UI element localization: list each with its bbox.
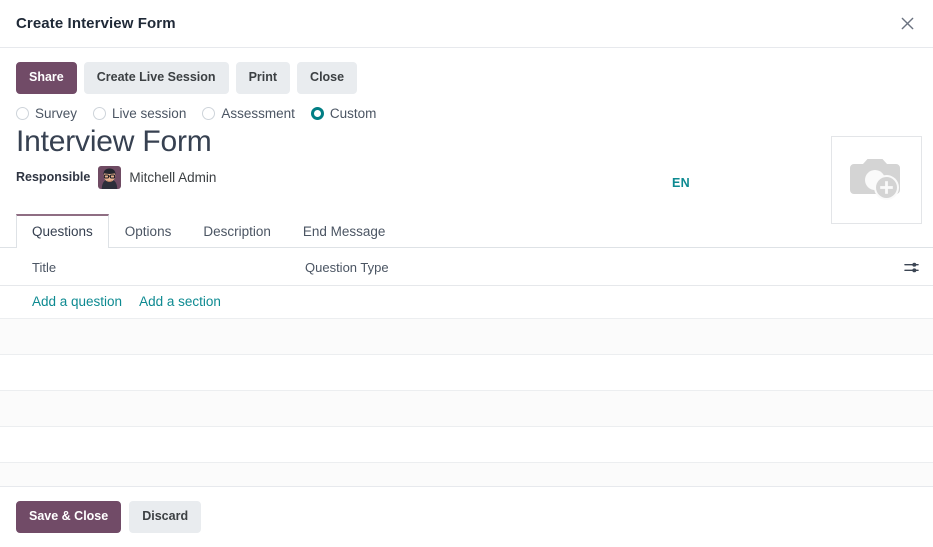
- record-title-input[interactable]: Interview Form: [16, 125, 917, 160]
- radio-mark-icon: [93, 107, 106, 120]
- responsible-label: Responsible: [16, 170, 90, 184]
- share-button[interactable]: Share: [16, 62, 77, 94]
- dialog-footer: Save & Close Discard: [0, 486, 933, 547]
- radio-option-live-session[interactable]: Live session: [93, 107, 186, 122]
- tab-end-message[interactable]: End Message: [287, 214, 402, 249]
- empty-cell: [0, 319, 933, 355]
- create-live-session-button[interactable]: Create Live Session: [84, 62, 229, 94]
- camera-add-icon: [848, 152, 906, 209]
- image-upload-placeholder[interactable]: [831, 136, 922, 224]
- avatar: [98, 166, 121, 189]
- empty-cell: [0, 355, 933, 391]
- responsible-field: Responsible Mitchell Admin: [16, 166, 917, 189]
- radio-label-assessment: Assessment: [221, 107, 295, 122]
- survey-type-radio-group: Survey Live session Assessment Custom: [16, 107, 917, 122]
- column-header-optional: [865, 248, 933, 286]
- add-a-section-link[interactable]: Add a section: [139, 294, 221, 309]
- language-badge[interactable]: EN: [672, 176, 690, 190]
- empty-row: [0, 355, 933, 391]
- empty-row: [0, 427, 933, 463]
- notebook: Questions Options Description End Messag…: [16, 213, 917, 500]
- tab-description[interactable]: Description: [187, 214, 287, 249]
- radio-option-custom[interactable]: Custom: [311, 107, 377, 122]
- column-header-question-type[interactable]: Question Type: [305, 248, 865, 286]
- radio-option-survey[interactable]: Survey: [16, 107, 77, 122]
- dialog-header: Create Interview Form: [0, 0, 933, 48]
- save-and-close-button[interactable]: Save & Close: [16, 501, 121, 533]
- print-button[interactable]: Print: [236, 62, 290, 94]
- statusbar-buttons: Share Create Live Session Print Close: [16, 62, 917, 94]
- close-dialog-button[interactable]: [893, 10, 921, 38]
- close-button[interactable]: Close: [297, 62, 357, 94]
- sliders-icon[interactable]: [904, 260, 919, 275]
- empty-cell: [0, 427, 933, 463]
- radio-mark-icon: [311, 107, 324, 120]
- empty-cell: [0, 391, 933, 427]
- radio-label-survey: Survey: [35, 107, 77, 122]
- notebook-tabs: Questions Options Description End Messag…: [0, 213, 933, 249]
- add-a-question-link[interactable]: Add a question: [32, 294, 122, 309]
- responsible-value[interactable]: Mitchell Admin: [129, 170, 216, 185]
- radio-option-assessment[interactable]: Assessment: [202, 107, 295, 122]
- empty-row: [0, 319, 933, 355]
- questions-list: Title Question Type: [0, 248, 933, 499]
- empty-row: [0, 391, 933, 427]
- dialog-title: Create Interview Form: [16, 15, 176, 32]
- dialog-body: Share Create Live Session Print Close Su…: [0, 48, 933, 486]
- radio-mark-icon: [202, 107, 215, 120]
- radio-label-live-session: Live session: [112, 107, 186, 122]
- radio-mark-icon: [16, 107, 29, 120]
- list-header-row: Title Question Type: [0, 248, 933, 286]
- add-row: Add a question Add a section: [0, 286, 933, 319]
- tab-options[interactable]: Options: [109, 214, 188, 249]
- column-header-title[interactable]: Title: [0, 248, 305, 286]
- discard-button[interactable]: Discard: [129, 501, 201, 533]
- radio-label-custom: Custom: [330, 107, 377, 122]
- close-icon: [900, 16, 915, 31]
- tab-questions[interactable]: Questions: [16, 214, 109, 249]
